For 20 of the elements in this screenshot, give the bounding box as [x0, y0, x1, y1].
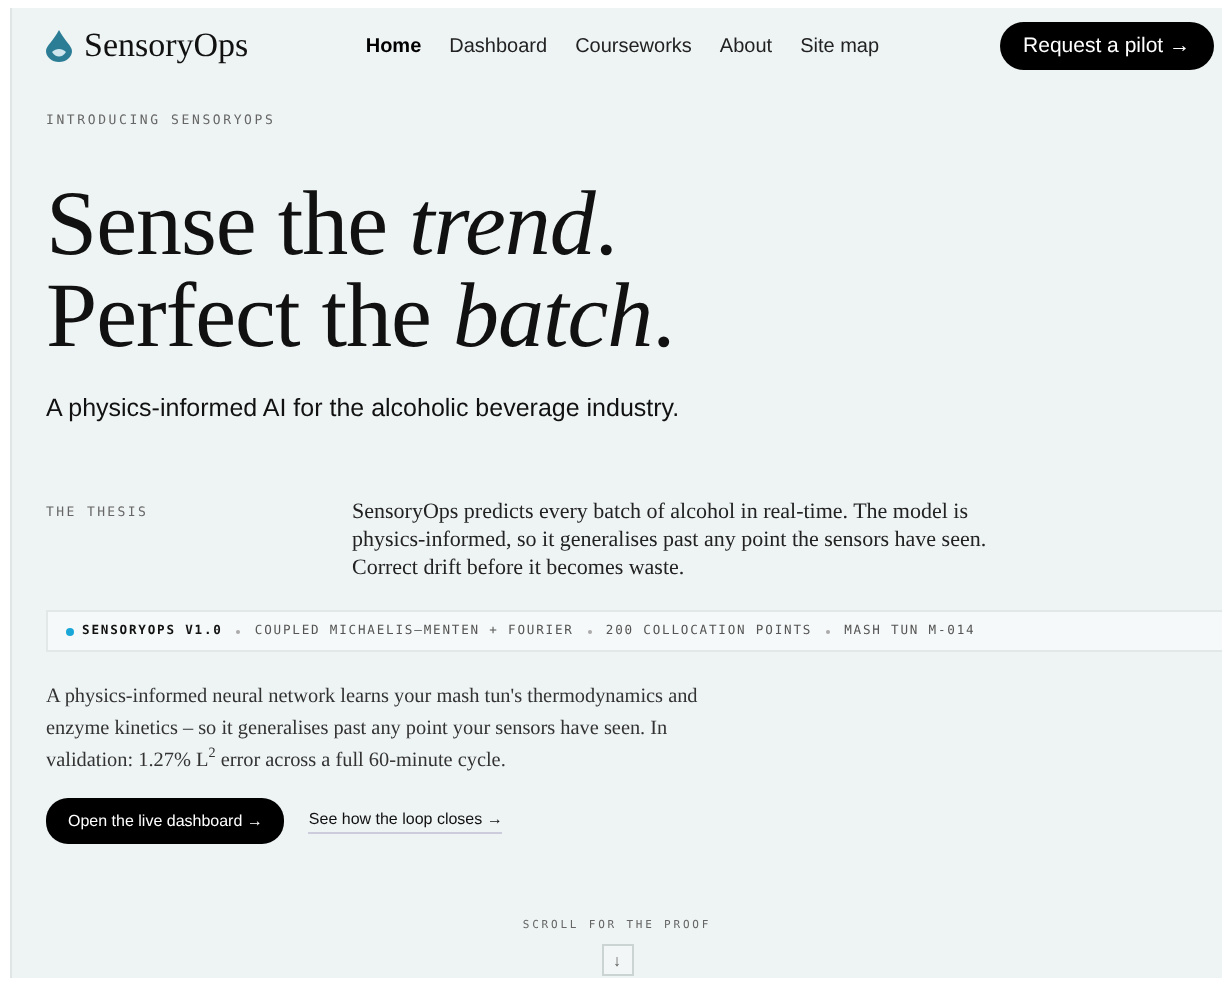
- subtitle: A physics-informed AI for the alcoholic beverage industry.: [46, 394, 680, 422]
- request-pilot-button[interactable]: Request a pilot →: [999, 22, 1214, 70]
- water-drop-logo-icon: [46, 30, 72, 62]
- headline: Sense the trend.: [46, 178, 619, 270]
- separator-dot: [236, 629, 241, 633]
- headline: Perfect the batch.: [46, 270, 677, 362]
- nav-link[interactable]: About: [719, 35, 773, 57]
- scroll-down-button[interactable]: ↓: [601, 944, 633, 976]
- open-dashboard-button[interactable]: Open the live dashboard →: [46, 798, 285, 844]
- body-text: A physics-informed neural network learns your mash tun's thermodynamics and enzyme kinetics – so it generalises past any point your sensors have seen. In validation: 1.27% L$^{2}$ error across a full 60-minute cycle.: [46, 684, 700, 776]
- separator-dot: [826, 629, 831, 633]
- brand-name: SensoryOps: [84, 26, 249, 66]
- separator-dot: [587, 629, 592, 633]
- nav-link[interactable]: Site map: [800, 35, 880, 57]
- loop-link[interactable]: See how the loop closes →: [308, 809, 503, 833]
- thesis-text: SensoryOps predicts every batch of alcohol in real-time. The model is physics-informed, so it generalises past any point the sensors have seen. Correct drift before it becomes waste.: [352, 498, 989, 582]
- nav-link[interactable]: Courseworks: [575, 35, 692, 57]
- nav-link[interactable]: Home: [365, 35, 422, 57]
- nav-link[interactable]: Dashboard: [449, 35, 548, 57]
- status-dot: [66, 627, 74, 635]
